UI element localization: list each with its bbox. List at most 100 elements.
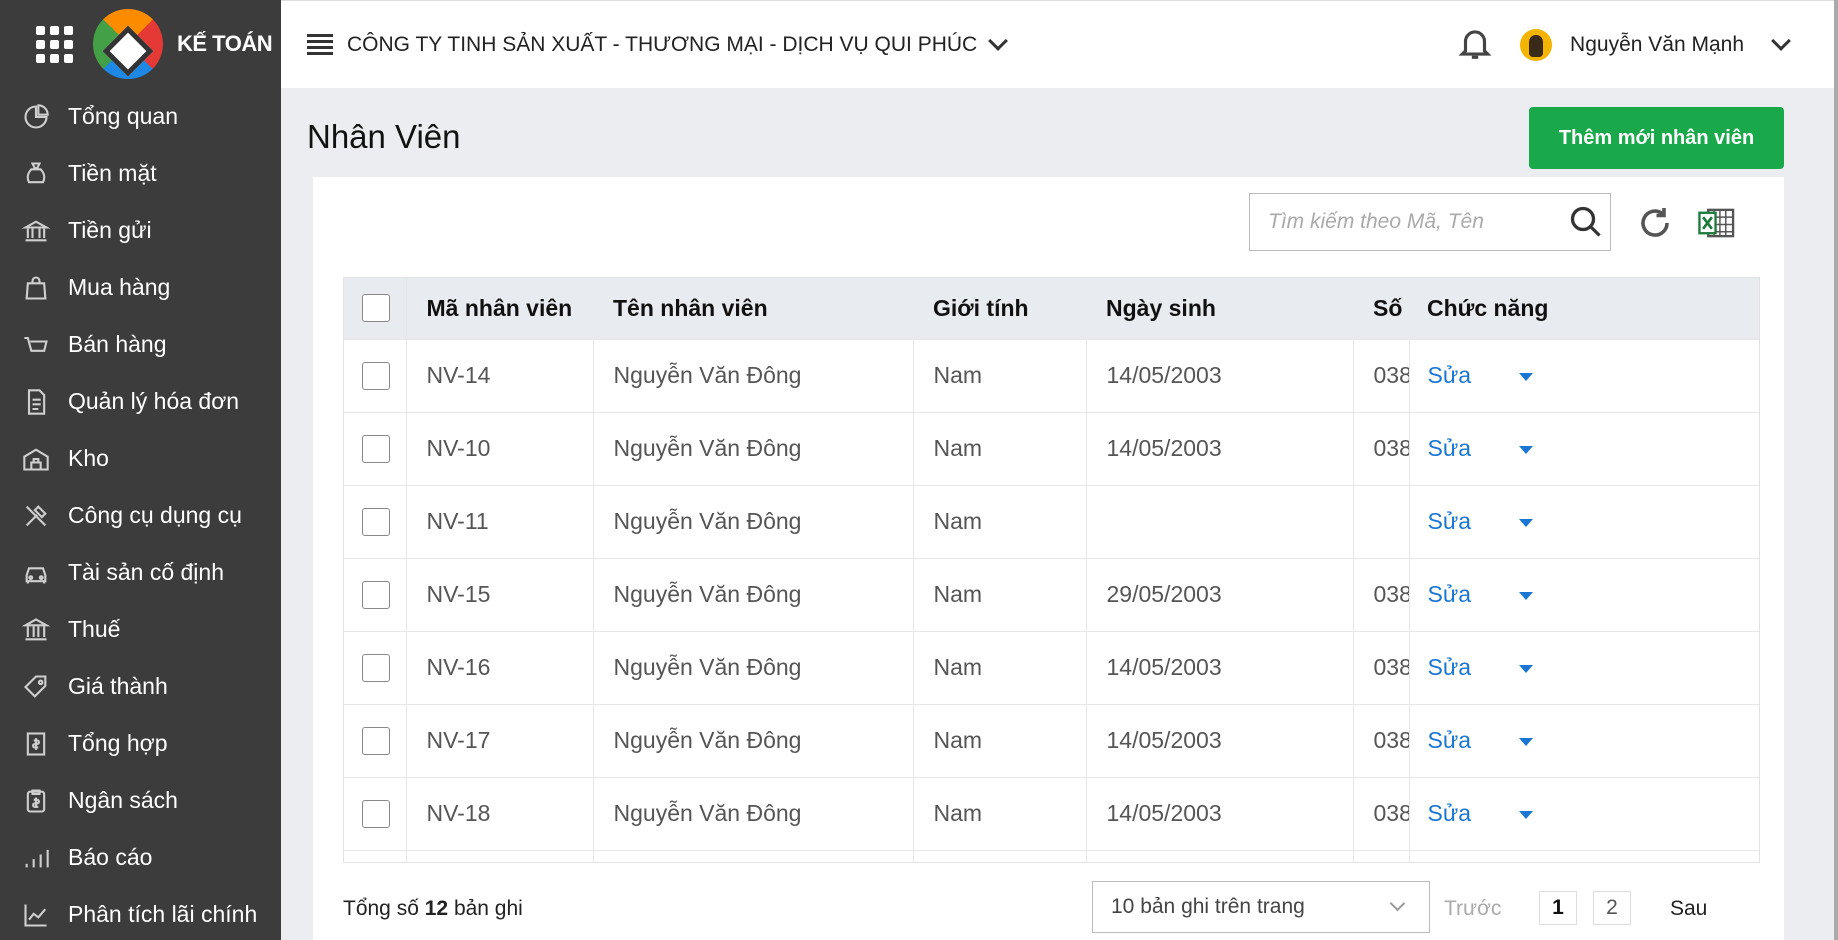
cell-name: Nguyễn Văn Đông xyxy=(593,630,914,704)
sidebar-item-label: Quản lý hóa đơn xyxy=(68,388,240,414)
excel-export-icon[interactable] xyxy=(1698,205,1736,246)
app-logo xyxy=(78,0,178,94)
sidebar-item-cash[interactable]: Tiền mặt xyxy=(0,145,281,202)
page-size-value: 10 bản ghi trên trang xyxy=(1111,895,1305,918)
money-bag-icon xyxy=(22,160,50,188)
edit-link[interactable]: Sửa xyxy=(1428,508,1472,534)
row-partial-cell xyxy=(913,849,1087,862)
page-1-button[interactable]: 1 xyxy=(1539,891,1577,925)
sidebar-item-label: Giá thành xyxy=(68,673,168,699)
edit-link[interactable]: Sửa xyxy=(1428,800,1472,826)
header-code[interactable]: Mã nhân viên xyxy=(406,278,593,339)
total-suffix: bản ghi xyxy=(453,897,523,920)
edit-link[interactable]: Sửa xyxy=(1428,581,1472,607)
employee-table: Mã nhân viên Tên nhân viên Giới tính Ngà… xyxy=(343,277,1760,863)
cell-action: Sửa xyxy=(1409,630,1759,704)
sidebar-item-tools[interactable]: Công cụ dụng cụ xyxy=(0,487,281,544)
cell-gender: Nam xyxy=(913,630,1087,704)
header-phone[interactable]: Số CMND xyxy=(1353,278,1409,339)
caret-down-icon[interactable] xyxy=(1519,591,1534,600)
add-employee-button[interactable]: Thêm mới nhân viên xyxy=(1529,107,1784,169)
chevron-down-icon[interactable] xyxy=(988,30,1009,51)
sidebar-item-label: Thuế xyxy=(68,616,121,642)
row-checkbox[interactable] xyxy=(362,434,390,463)
sidebar-item-label: Tài sản cố định xyxy=(68,559,224,585)
header-gender[interactable]: Giới tính xyxy=(913,278,1086,339)
sidebar-item-warehouse[interactable]: Kho xyxy=(0,430,281,487)
cell-action: Sửa xyxy=(1409,703,1759,777)
table-row[interactable]: NV-17 Nguyễn Văn Đông Nam 14/05/2003 038… xyxy=(344,703,1759,777)
table-row[interactable]: NV-16 Nguyễn Văn Đông Nam 14/05/2003 038… xyxy=(344,630,1759,704)
caret-down-icon[interactable] xyxy=(1519,810,1534,819)
table-row[interactable]: NV-10 Nguyễn Văn Đông Nam 14/05/2003 038… xyxy=(344,411,1759,485)
caret-down-icon[interactable] xyxy=(1519,664,1534,673)
row-checkbox[interactable] xyxy=(362,726,390,755)
caret-down-icon[interactable] xyxy=(1519,445,1534,454)
page-scrollbar[interactable] xyxy=(1834,0,1838,940)
sidebar-item-cost[interactable]: Giá thành xyxy=(0,658,281,715)
select-all-checkbox[interactable] xyxy=(362,294,390,323)
chevron-down-icon[interactable] xyxy=(1771,31,1791,51)
header-dob[interactable]: Ngày sinh xyxy=(1086,278,1353,339)
company-name[interactable]: CÔNG TY TINH SẢN XUẤT - THƯƠNG MẠI - DỊC… xyxy=(347,33,977,57)
total-count: 12 xyxy=(424,897,449,920)
table-row[interactable]: NV-11 Nguyễn Văn Đông Nam Sửa xyxy=(344,484,1759,558)
search-icon[interactable] xyxy=(1562,198,1610,246)
bell-icon[interactable] xyxy=(1456,24,1494,67)
edit-link[interactable]: Sửa xyxy=(1428,435,1472,461)
sidebar-item-label: Tiền gửi xyxy=(68,217,152,243)
search-box xyxy=(1249,193,1611,251)
table-row[interactable]: NV-18 Nguyễn Văn Đông Nam 14/05/2003 038… xyxy=(344,776,1759,850)
edit-link[interactable]: Sửa xyxy=(1428,654,1472,680)
search-input[interactable] xyxy=(1250,194,1562,250)
row-partial-cell xyxy=(1086,849,1354,862)
header-name[interactable]: Tên nhân viên xyxy=(593,278,913,339)
tools-icon xyxy=(22,502,50,530)
sidebar-menu: Tổng quan Tiền mặt Tiền gửi Mua hàng Bán… xyxy=(0,88,281,940)
row-partial-cell xyxy=(593,849,914,862)
edit-link[interactable]: Sửa xyxy=(1428,727,1472,753)
sidebar-item-financial-analysis[interactable]: Phân tích lãi chính xyxy=(0,886,281,940)
sidebar-item-fixed-assets[interactable]: Tài sản cố định xyxy=(0,544,281,601)
sidebar-item-overview[interactable]: Tổng quan xyxy=(0,88,281,145)
topbar: CÔNG TY TINH SẢN XUẤT - THƯƠNG MẠI - DỊC… xyxy=(281,0,1834,88)
sidebar-item-budget[interactable]: Ngân sách xyxy=(0,772,281,829)
cell-code: NV-18 xyxy=(406,776,594,850)
app-grid-icon[interactable] xyxy=(36,25,73,63)
cell-dob: 14/05/2003 xyxy=(1086,411,1354,485)
table-row[interactable]: NV-15 Nguyễn Văn Đông Nam 29/05/2003 038… xyxy=(344,557,1759,631)
hamburger-menu-icon[interactable] xyxy=(307,33,333,56)
row-checkbox[interactable] xyxy=(362,580,390,609)
caret-down-icon[interactable] xyxy=(1519,737,1534,746)
row-checkbox[interactable] xyxy=(362,361,390,390)
cell-gender: Nam xyxy=(913,557,1087,631)
sidebar-item-invoices[interactable]: Quản lý hóa đơn xyxy=(0,373,281,430)
row-partial-cell xyxy=(406,849,594,862)
sidebar-item-purchase[interactable]: Mua hàng xyxy=(0,259,281,316)
refresh-icon[interactable] xyxy=(1637,205,1673,246)
next-page-button[interactable]: Sau xyxy=(1670,897,1707,921)
sidebar-item-tax[interactable]: Thuế xyxy=(0,601,281,658)
avatar[interactable] xyxy=(1520,29,1553,61)
sidebar-item-deposit[interactable]: Tiền gửi xyxy=(0,202,281,259)
cell-action: Sửa xyxy=(1409,411,1759,485)
page-2-button[interactable]: 2 xyxy=(1593,891,1631,925)
row-checkbox[interactable] xyxy=(362,507,390,536)
invoice-icon xyxy=(22,388,50,416)
caret-down-icon[interactable] xyxy=(1519,372,1534,381)
cell-phone: 0382 xyxy=(1353,557,1410,631)
user-name[interactable]: Nguyễn Văn Mạnh xyxy=(1570,33,1744,57)
sidebar-item-sales[interactable]: Bán hàng xyxy=(0,316,281,373)
sidebar-item-summary[interactable]: Tổng hợp xyxy=(0,715,281,772)
edit-link[interactable]: Sửa xyxy=(1428,362,1472,388)
row-checkbox[interactable] xyxy=(362,653,390,682)
prev-page-button[interactable]: Trước xyxy=(1444,897,1501,921)
table-row[interactable]: NV-14 Nguyễn Văn Đông Nam 14/05/2003 038… xyxy=(344,338,1759,412)
page-size-select[interactable]: 10 bản ghi trên trang xyxy=(1092,881,1430,933)
sidebar-item-label: Tổng quan xyxy=(68,103,178,129)
row-checkbox[interactable] xyxy=(362,799,390,828)
sidebar-item-reports[interactable]: Báo cáo xyxy=(0,829,281,886)
caret-down-icon[interactable] xyxy=(1519,518,1534,527)
cell-dob: 29/05/2003 xyxy=(1086,557,1354,631)
cell-name: Nguyễn Văn Đông xyxy=(593,557,914,631)
